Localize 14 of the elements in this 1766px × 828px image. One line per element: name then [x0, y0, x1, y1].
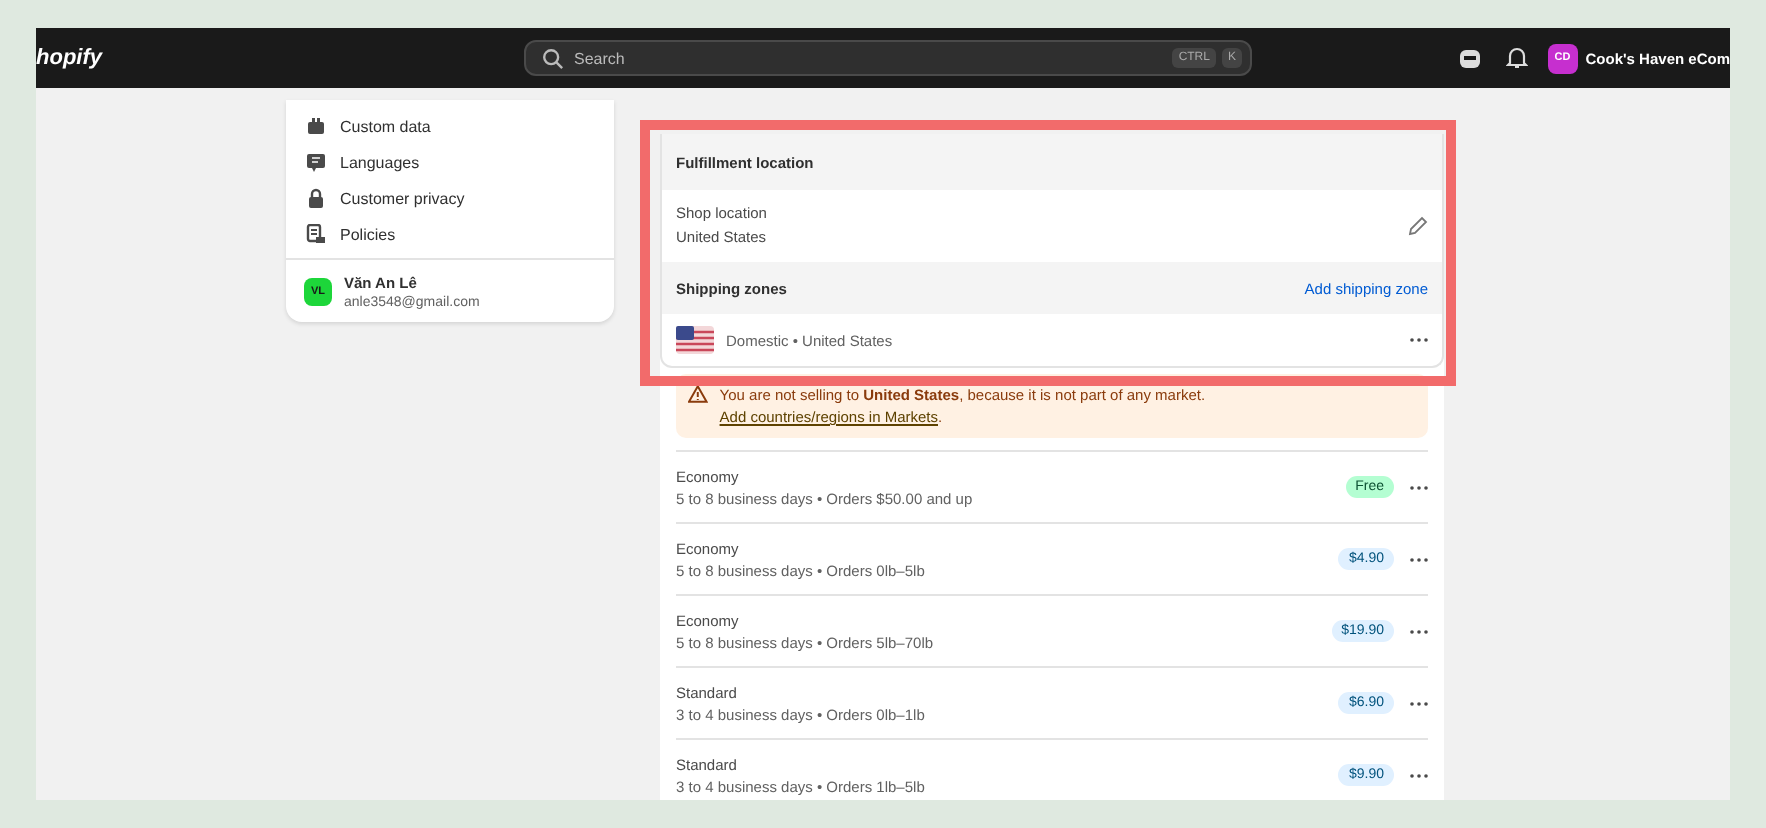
search-icon: [542, 47, 564, 69]
sidebar-item[interactable]: Customer privacy: [286, 180, 614, 216]
logo[interactable]: hopify: [36, 46, 524, 70]
language-icon: [306, 152, 326, 172]
sidebar-item[interactable]: Policies: [286, 216, 614, 252]
document-icon: [306, 224, 326, 244]
pencil-icon[interactable]: [1408, 216, 1428, 236]
sidebar-item[interactable]: Languages: [286, 144, 614, 180]
flag-icon: [676, 326, 714, 354]
bell-icon[interactable]: [1505, 46, 1528, 70]
warning-icon: [688, 384, 708, 404]
lock-icon: [306, 188, 326, 208]
search-field[interactable]: Search: [574, 49, 1163, 67]
sidebar-item[interactable]: Custom data: [286, 108, 614, 144]
